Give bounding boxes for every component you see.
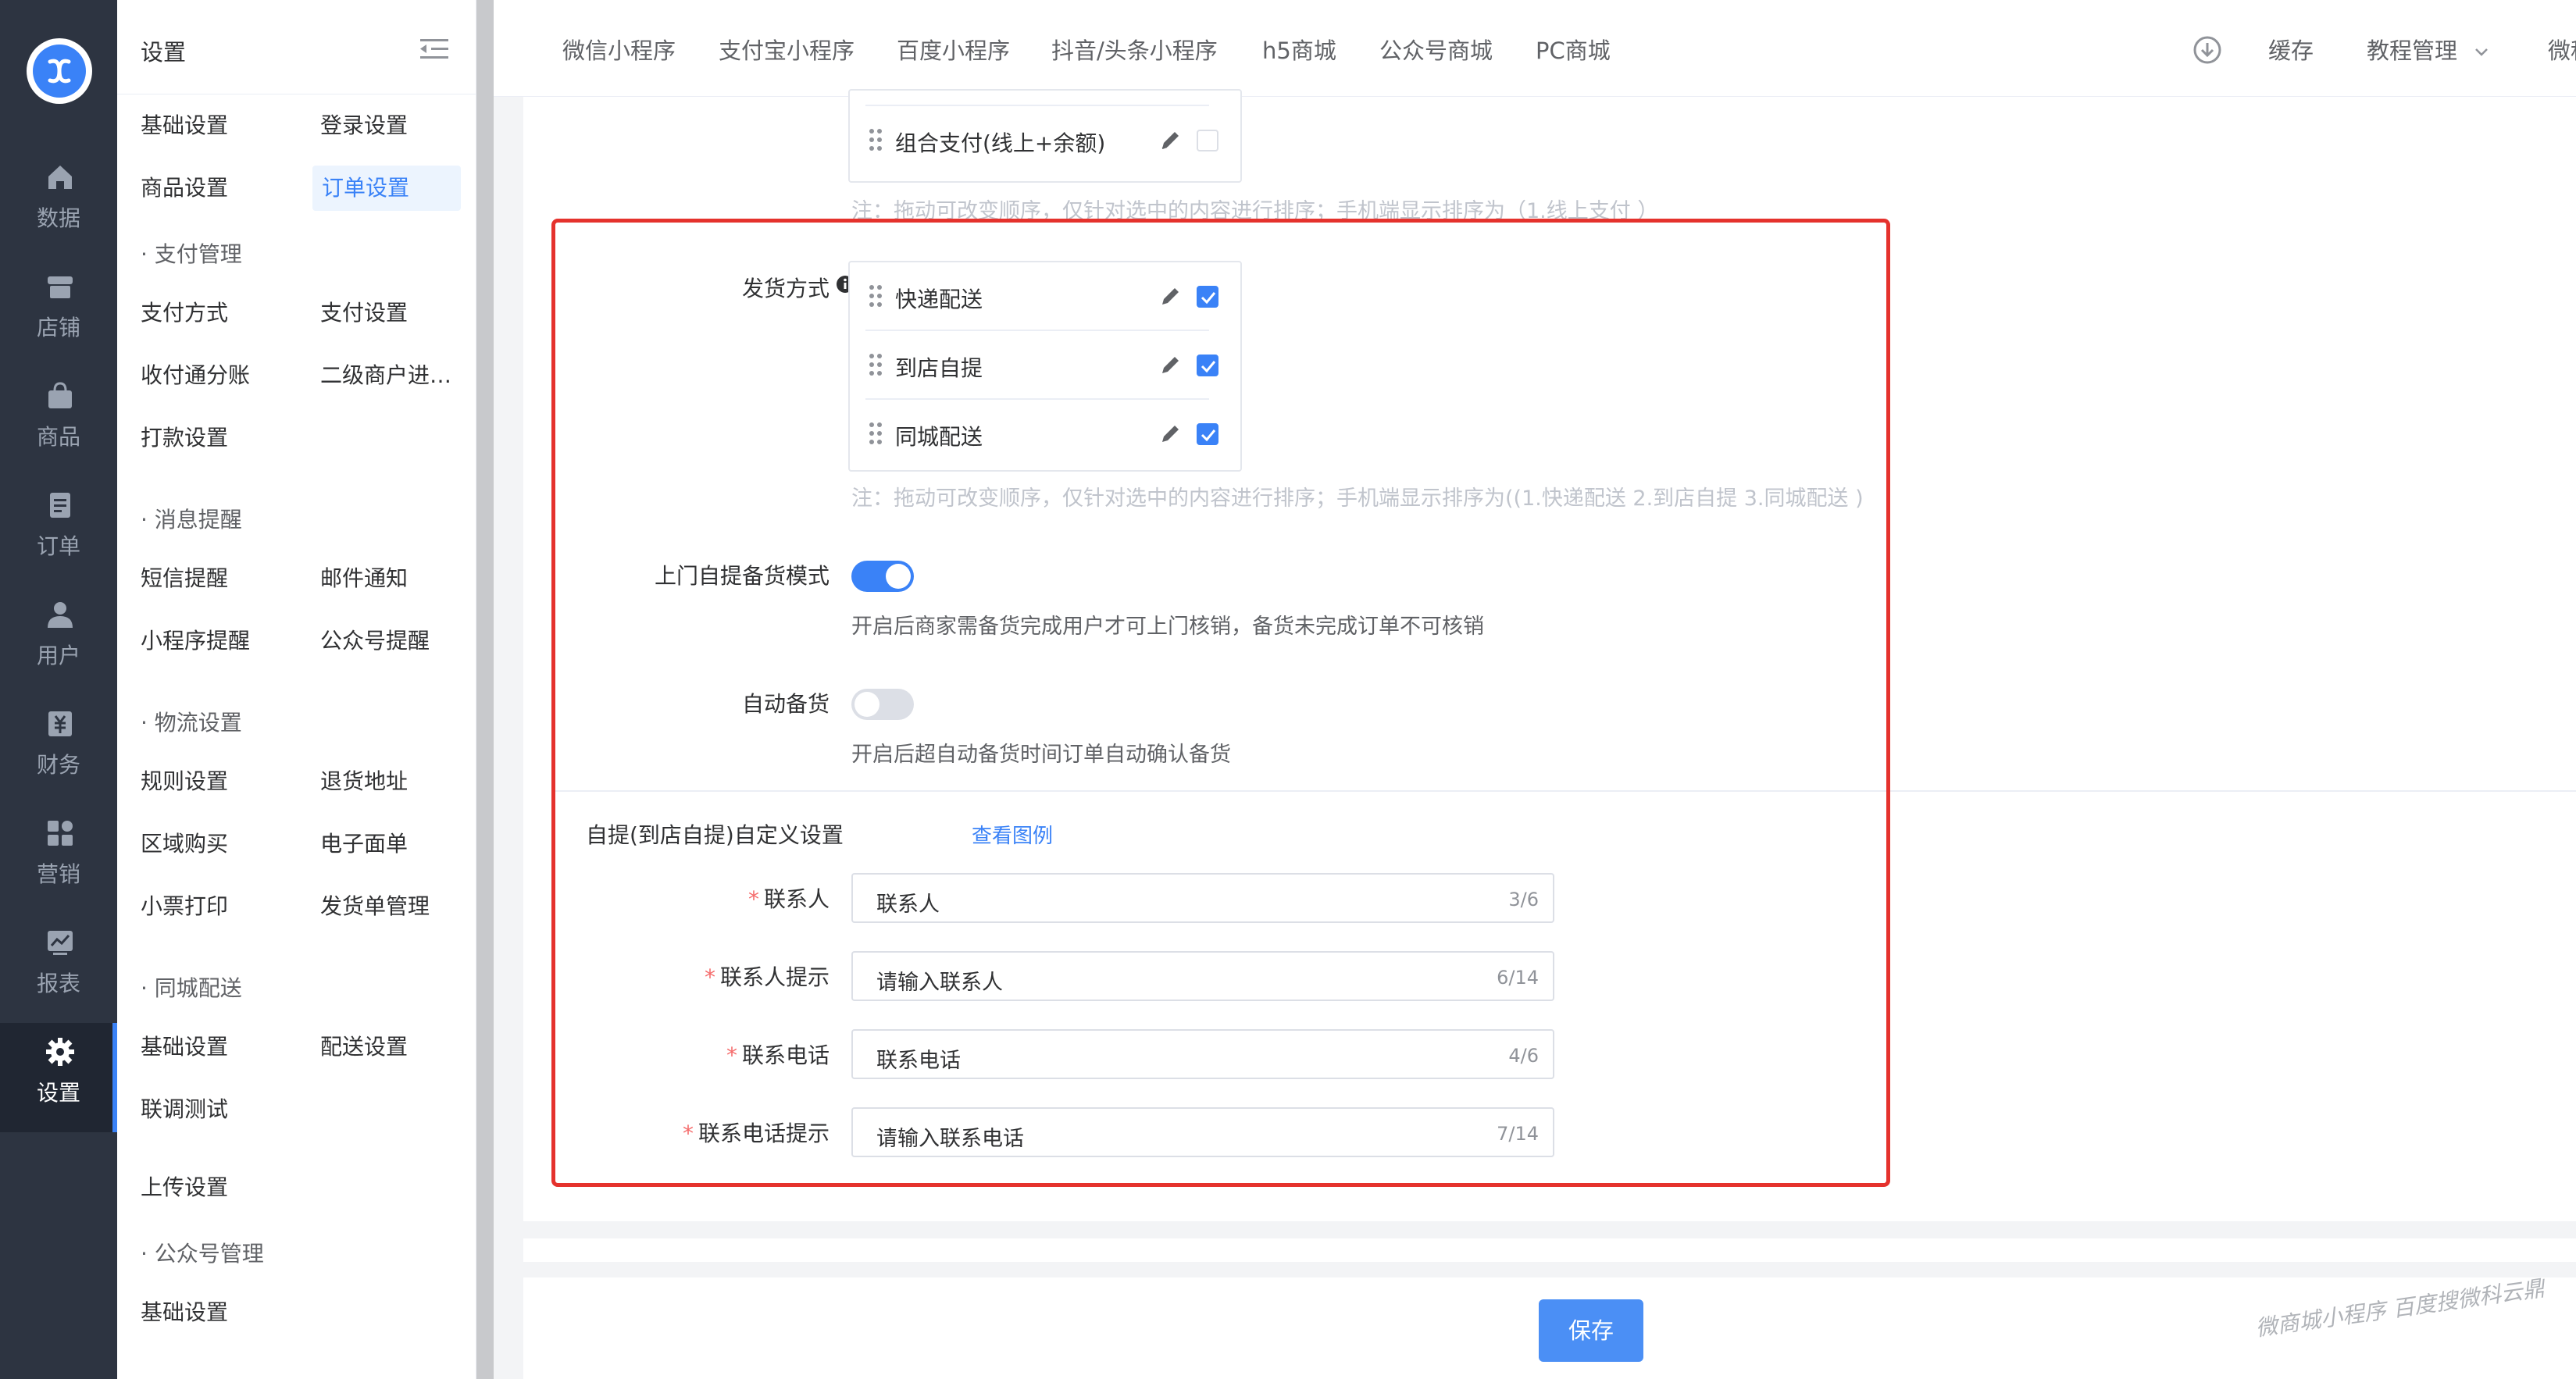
submenu-item-goods[interactable]: 商品设置 xyxy=(141,166,228,211)
submenu-scrollbar[interactable] xyxy=(476,0,494,1379)
submenu-item-region[interactable]: 区域购买 xyxy=(141,821,228,867)
rail-label: 用户 xyxy=(36,643,80,668)
settings-submenu: 设置 基础设置 登录设置 商品设置 订单设置 · 支付管理 支付方式 支付设置 … xyxy=(117,0,476,1379)
rail-label: 数据 xyxy=(36,205,80,231)
rail-label: 报表 xyxy=(36,971,80,996)
submenu-item-mini[interactable]: 小程序提醒 xyxy=(141,618,250,664)
rail-item-order[interactable]: 订单 xyxy=(0,476,117,586)
submenu-item-mp[interactable]: 公众号提醒 xyxy=(320,618,430,664)
rail-label: 订单 xyxy=(36,533,80,559)
download-icon[interactable] xyxy=(2193,36,2221,64)
submenu-item-merchant[interactable]: 二级商户进… xyxy=(320,353,461,398)
tutorial-menu[interactable]: 教程管理 xyxy=(2367,33,2489,66)
top-nav: 微信小程序 支付宝小程序 百度小程序 抖音/头条小程序 h5商城 公众号商城 P… xyxy=(494,0,2576,97)
submenu-group-pay: · 支付管理 xyxy=(141,241,242,267)
tab-h5[interactable]: h5商城 xyxy=(1262,33,1336,66)
rail-item-settings[interactable]: 设置 xyxy=(0,1023,117,1132)
icon-rail: 数据 店铺 商品 订单 用户 财务 营销 报表 设置 xyxy=(0,0,117,1379)
edit-icon[interactable] xyxy=(1159,128,1183,151)
store-icon xyxy=(48,276,73,298)
order-icon xyxy=(50,493,70,518)
report-icon xyxy=(48,931,73,955)
submenu-item-order[interactable]: 订单设置 xyxy=(312,166,461,211)
user-icon xyxy=(48,602,73,628)
tab-baidu-mini[interactable]: 百度小程序 xyxy=(897,33,1010,66)
cache-button[interactable]: 缓存 xyxy=(2268,33,2314,66)
rail-item-report[interactable]: 报表 xyxy=(0,914,117,1023)
spacer-card xyxy=(523,1238,2576,1262)
submenu-item-pay-settings[interactable]: 支付设置 xyxy=(320,290,408,336)
submenu-item-sms[interactable]: 短信提醒 xyxy=(141,556,228,601)
logo-icon xyxy=(48,59,71,84)
submenu-item-basic[interactable]: 基础设置 xyxy=(141,103,228,148)
submenu-item-split[interactable]: 收付通分账 xyxy=(141,353,250,398)
tab-mp-mall[interactable]: 公众号商城 xyxy=(1379,33,1493,66)
chevron-down-icon xyxy=(2475,48,2489,56)
overflow-menu[interactable]: 微科 xyxy=(2548,33,2576,66)
submenu-group-mp: · 公众号管理 xyxy=(141,1241,264,1267)
submenu-item-login[interactable]: 登录设置 xyxy=(320,103,408,148)
submenu-item-return-address[interactable]: 退货地址 xyxy=(320,759,408,804)
highlight-frame xyxy=(551,219,1890,1187)
submenu-title: 设置 xyxy=(141,39,187,66)
tab-douyin-mini[interactable]: 抖音/头条小程序 xyxy=(1051,33,1218,66)
submenu-item-city-basic[interactable]: 基础设置 xyxy=(141,1024,228,1070)
submenu-item-ticket[interactable]: 小票打印 xyxy=(141,884,228,929)
rail-label: 店铺 xyxy=(36,315,80,340)
rail-item-data[interactable]: 数据 xyxy=(0,148,117,258)
pay-sort-box: 组合支付(线上+余额) xyxy=(848,89,1242,183)
submenu-group-logistics: · 物流设置 xyxy=(141,710,242,736)
logo-mark xyxy=(33,45,86,98)
sort-row-combo-pay[interactable]: 组合支付(线上+余额) xyxy=(865,105,1218,173)
submenu-item-ship-manage[interactable]: 发货单管理 xyxy=(320,884,430,929)
rail-label: 商品 xyxy=(36,424,80,450)
rail-item-goods[interactable]: 商品 xyxy=(0,367,117,476)
tab-pc-mall[interactable]: PC商城 xyxy=(1536,33,1611,66)
gear-icon xyxy=(46,1038,74,1066)
save-button[interactable]: 保存 xyxy=(1539,1299,1643,1362)
rail-label: 营销 xyxy=(36,861,80,887)
submenu-item-payout[interactable]: 打款设置 xyxy=(141,415,228,461)
submenu-item-eorder[interactable]: 电子面单 xyxy=(320,821,408,867)
marketing-icon xyxy=(48,821,73,846)
home-icon xyxy=(48,166,72,189)
tab-wechat-mini[interactable]: 微信小程序 xyxy=(562,33,676,66)
collapse-menu-icon[interactable] xyxy=(420,37,448,61)
rail-label: 财务 xyxy=(36,752,80,778)
submenu-item-mp-basic[interactable]: 基础设置 xyxy=(141,1290,228,1335)
submenu-item-pay-method[interactable]: 支付方式 xyxy=(141,290,228,336)
submenu-item-debug[interactable]: 联调测试 xyxy=(141,1087,228,1132)
finance-icon xyxy=(48,711,72,736)
tutorial-label: 教程管理 xyxy=(2367,37,2458,64)
submenu-item-upload[interactable]: 上传设置 xyxy=(141,1165,228,1210)
rail-item-finance[interactable]: 财务 xyxy=(0,695,117,804)
rail-item-user[interactable]: 用户 xyxy=(0,586,117,695)
submenu-group-message: · 消息提醒 xyxy=(141,507,242,533)
submenu-item-delivery[interactable]: 配送设置 xyxy=(320,1024,408,1070)
sort-item-checkbox[interactable] xyxy=(1197,130,1218,151)
rail-item-store[interactable]: 店铺 xyxy=(0,258,117,367)
app-logo[interactable] xyxy=(27,38,92,104)
rail-label: 设置 xyxy=(36,1080,80,1106)
rail-item-marketing[interactable]: 营销 xyxy=(0,804,117,914)
submenu-item-rules[interactable]: 规则设置 xyxy=(141,759,228,804)
submenu-item-mail[interactable]: 邮件通知 xyxy=(320,556,408,601)
sort-item-label: 组合支付(线上+余额) xyxy=(895,130,1106,156)
tab-alipay-mini[interactable]: 支付宝小程序 xyxy=(719,33,855,66)
submenu-group-city: · 同城配送 xyxy=(141,975,242,1001)
drag-handle-icon[interactable] xyxy=(869,128,883,151)
bag-icon xyxy=(48,382,72,408)
